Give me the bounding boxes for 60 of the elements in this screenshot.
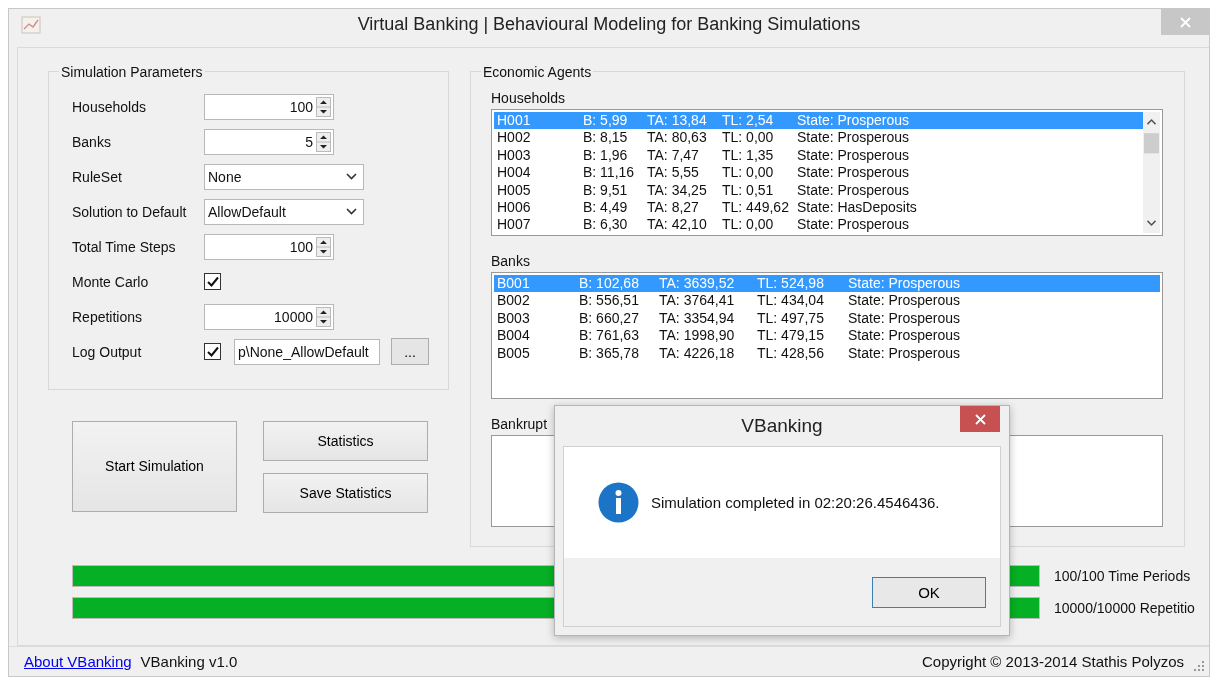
household-row[interactable]: H002 B: 8,15 TA: 80,63 TL: 0,00 State: Prosperous — [494, 129, 1143, 147]
household-row[interactable]: H004 B: 11,16 TA: 5,55 TL: 0,00 State: Prosperous — [494, 164, 1143, 182]
close-icon — [1179, 16, 1191, 28]
household-row[interactable]: H003 B: 1,96 TA: 7,47 TL: 1,35 State: Prosperous — [494, 146, 1143, 165]
checkbox[interactable] — [204, 273, 221, 291]
copyright-text: Copyright © 2013-2014 Stathis Polyzos — [921, 652, 1184, 670]
bank-row[interactable]: B004 B: 761,63 TA: 1998,90 TL: 479,15 State: Prosperous — [494, 327, 1160, 345]
info-icon — [598, 482, 639, 523]
progress-label: 100/100 Time Periods — [1054, 567, 1191, 584]
browse-button[interactable]: ... — [391, 338, 429, 366]
number-field[interactable]: 5 — [204, 128, 334, 155]
bank-row[interactable]: B003 B: 660,27 TA: 3354,94 TL: 497,75 State: Prosperous — [494, 309, 1160, 328]
field-label: Monte Carlo — [72, 273, 150, 290]
path-field[interactable]: p\None_AllowDefault — [234, 338, 380, 365]
field-label: Total Time Steps — [72, 238, 177, 255]
list-label: Banks — [491, 252, 530, 269]
checkbox[interactable] — [204, 343, 221, 361]
about-link[interactable]: About VBanking — [24, 652, 132, 670]
field-label: Solution to Default — [72, 203, 188, 220]
close-icon — [974, 413, 986, 425]
spin-buttons-icon[interactable] — [316, 96, 331, 117]
resize-grip-icon[interactable] — [1193, 660, 1205, 672]
dialog-message: Simulation completed in 02:20:26.4546436. — [651, 494, 940, 511]
chevron-down-icon[interactable] — [346, 173, 357, 181]
bank-row[interactable]: B002 B: 556,51 TA: 3764,41 TL: 434,04 State: Prosperous — [494, 292, 1160, 310]
household-row[interactable]: H007 B: 6,30 TA: 42,10 TL: 0,00 State: Prosperous — [494, 216, 1143, 234]
spin-buttons-icon[interactable] — [316, 236, 331, 257]
ok-button[interactable]: OK — [872, 576, 986, 608]
field-label: Log Output — [72, 343, 143, 360]
group-title: Simulation Parameters — [60, 63, 204, 80]
household-row[interactable]: H005 B: 9,51 TA: 34,25 TL: 0,51 State: Prosperous — [494, 181, 1143, 199]
dropdown[interactable]: AllowDefault — [204, 198, 364, 225]
group-title: Economic Agents — [482, 63, 593, 80]
dropdown[interactable]: None — [204, 163, 364, 190]
bank-row[interactable]: B005 B: 365,78 TA: 4226,18 TL: 428,56 State: Prosperous — [494, 344, 1160, 362]
statistics-button[interactable]: Statistics — [263, 420, 428, 461]
dialog-title: VBanking — [741, 415, 823, 437]
scrollbar-drawing[interactable] — [1143, 111, 1160, 233]
field-label: RuleSet — [72, 168, 123, 185]
list-label: Bankrupt — [491, 415, 548, 432]
window-title: Virtual Banking | Behavioural Modeling for Banking Simulations — [356, 14, 862, 36]
version-text: VBanking v1.0 — [140, 652, 238, 670]
close-button[interactable] — [960, 406, 1000, 432]
list-label: Households — [491, 89, 565, 106]
field-label: Banks — [72, 133, 112, 150]
number-field[interactable]: 100 — [204, 233, 334, 260]
field-label: Households — [72, 98, 147, 115]
start-simulation-button[interactable]: Start Simulation — [72, 420, 237, 512]
spin-buttons-icon[interactable] — [316, 306, 331, 327]
banks-list[interactable] — [491, 271, 1163, 399]
household-row[interactable]: H006 B: 4,49 TA: 8,27 TL: 449,62 State: HasDeposits — [494, 198, 1143, 217]
progress-label: 10000/10000 Repetitio — [1054, 599, 1195, 616]
number-field[interactable]: 10000 — [204, 303, 334, 330]
spin-buttons-icon[interactable] — [316, 131, 331, 152]
chart-icon — [21, 15, 41, 34]
number-field[interactable]: 100 — [204, 93, 334, 120]
field-label: Repetitions — [72, 308, 144, 325]
households-list[interactable] — [491, 108, 1163, 236]
chevron-down-icon[interactable] — [346, 208, 357, 216]
save-statistics-button[interactable]: Save Statistics — [263, 472, 428, 513]
